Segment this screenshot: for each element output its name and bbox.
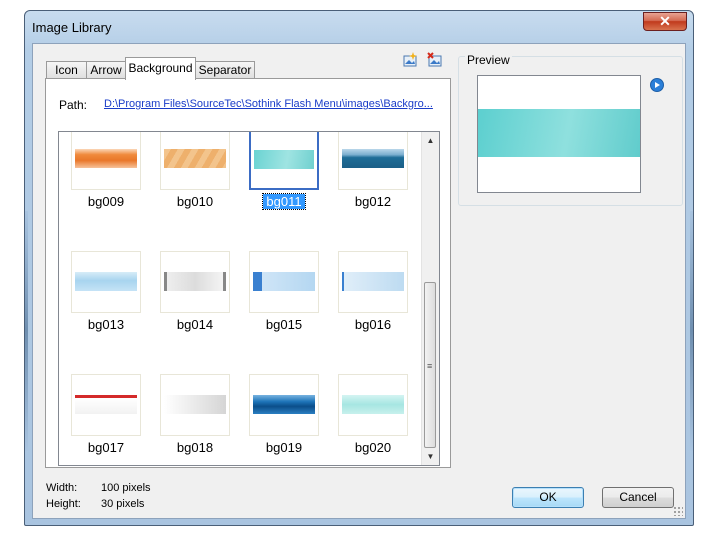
image-caption: bg016 (338, 317, 408, 333)
image-item-bg013[interactable]: bg013 (71, 251, 141, 333)
window-title: Image Library (32, 20, 112, 35)
image-item-bg018[interactable]: bg018 (160, 374, 230, 456)
image-thumbnail[interactable] (160, 251, 230, 313)
height-label: Height: (46, 498, 81, 510)
image-grid: bg009 bg010 bg011 bg012 bg013 bg014 bg015 bg016… (58, 131, 440, 466)
vertical-scrollbar[interactable]: ▲ ≡ ▼ (421, 132, 439, 465)
close-button[interactable]: ✕ (643, 12, 687, 31)
dialog-client-area: Icon Arrow Background Separator Path: D:… (32, 43, 686, 519)
image-thumbnail[interactable] (338, 251, 408, 313)
image-name: bg012 (354, 194, 392, 209)
image-thumbnail[interactable] (249, 251, 319, 313)
background-swatch (75, 149, 137, 168)
image-thumbnail[interactable] (338, 374, 408, 436)
image-name: bg009 (87, 194, 125, 209)
image-name: bg020 (354, 440, 392, 455)
image-library-window: Image Library ✕ Icon Arrow Background Se… (24, 10, 694, 526)
image-caption: bg014 (160, 317, 230, 333)
path-link[interactable]: D:\Program Files\SourceTec\Sothink Flash… (104, 98, 433, 110)
image-item-bg014[interactable]: bg014 (160, 251, 230, 333)
image-name: bg010 (176, 194, 214, 209)
image-thumbnail[interactable] (249, 132, 319, 190)
window-edge-right (690, 211, 693, 451)
image-caption: bg012 (338, 194, 408, 210)
image-item-bg017[interactable]: bg017 (71, 374, 141, 456)
background-swatch (164, 149, 226, 168)
image-caption: bg011 (249, 193, 319, 210)
background-swatch (164, 395, 226, 414)
preview-box (477, 75, 641, 193)
image-caption: bg010 (160, 194, 230, 210)
background-tab-panel: Path: D:\Program Files\SourceTec\Sothink… (45, 78, 451, 468)
image-name: bg017 (87, 440, 125, 455)
image-name: bg015 (265, 317, 303, 332)
image-thumbnail[interactable] (71, 374, 141, 436)
delete-image-icon[interactable] (427, 52, 443, 68)
tab-arrow[interactable]: Arrow (86, 61, 126, 79)
image-name: bg013 (87, 317, 125, 332)
background-swatch (253, 272, 315, 291)
background-swatch (75, 395, 137, 414)
image-name: bg018 (176, 440, 214, 455)
play-icon[interactable] (650, 78, 664, 92)
tab-icon[interactable]: Icon (46, 61, 87, 79)
image-item-bg012[interactable]: bg012 (338, 132, 408, 210)
width-label: Width: (46, 482, 78, 494)
height-value: 30 pixels (101, 498, 145, 510)
image-thumbnail[interactable] (249, 374, 319, 436)
image-item-bg015[interactable]: bg015 (249, 251, 319, 333)
image-caption: bg015 (249, 317, 319, 333)
scroll-down-arrow[interactable]: ▼ (422, 448, 439, 465)
image-item-bg020[interactable]: bg020 (338, 374, 408, 456)
image-item-bg010[interactable]: bg010 (160, 132, 230, 210)
window-edge-left (25, 211, 28, 451)
image-caption: bg009 (71, 194, 141, 210)
preview-label: Preview (465, 53, 512, 67)
image-thumbnail[interactable] (160, 374, 230, 436)
image-thumbnail[interactable] (71, 132, 141, 190)
background-swatch (253, 395, 315, 414)
add-image-icon[interactable] (402, 52, 418, 68)
background-swatch (342, 395, 404, 414)
scroll-grip-icon: ≡ (427, 361, 433, 371)
image-name: bg014 (176, 317, 214, 332)
image-caption: bg020 (338, 440, 408, 456)
image-thumbnail[interactable] (338, 132, 408, 190)
resize-grip-icon[interactable] (673, 506, 683, 516)
preview-image (478, 109, 640, 157)
image-item-bg009[interactable]: bg009 (71, 132, 141, 210)
image-caption: bg013 (71, 317, 141, 333)
background-swatch (164, 272, 226, 291)
background-swatch (342, 149, 404, 168)
image-item-bg019[interactable]: bg019 (249, 374, 319, 456)
tab-separator[interactable]: Separator (195, 61, 255, 79)
tab-background[interactable]: Background (125, 57, 196, 80)
image-thumbnail[interactable] (71, 251, 141, 313)
image-caption: bg017 (71, 440, 141, 456)
background-swatch (75, 272, 137, 291)
image-name: bg016 (354, 317, 392, 332)
width-value: 100 pixels (101, 482, 151, 494)
background-swatch (342, 272, 404, 291)
scroll-up-arrow[interactable]: ▲ (422, 132, 439, 149)
image-item-bg011[interactable]: bg011 (249, 132, 319, 210)
image-item-bg016[interactable]: bg016 (338, 251, 408, 333)
image-caption: bg019 (249, 440, 319, 456)
scrollbar-thumb[interactable]: ≡ (424, 282, 436, 448)
image-name: bg019 (265, 440, 303, 455)
image-caption: bg018 (160, 440, 230, 456)
path-label: Path: (59, 98, 88, 112)
ok-button[interactable]: OK (512, 487, 584, 508)
image-thumbnail[interactable] (160, 132, 230, 190)
cancel-button[interactable]: Cancel (602, 487, 674, 508)
image-name: bg011 (262, 193, 306, 210)
background-swatch (254, 150, 314, 169)
